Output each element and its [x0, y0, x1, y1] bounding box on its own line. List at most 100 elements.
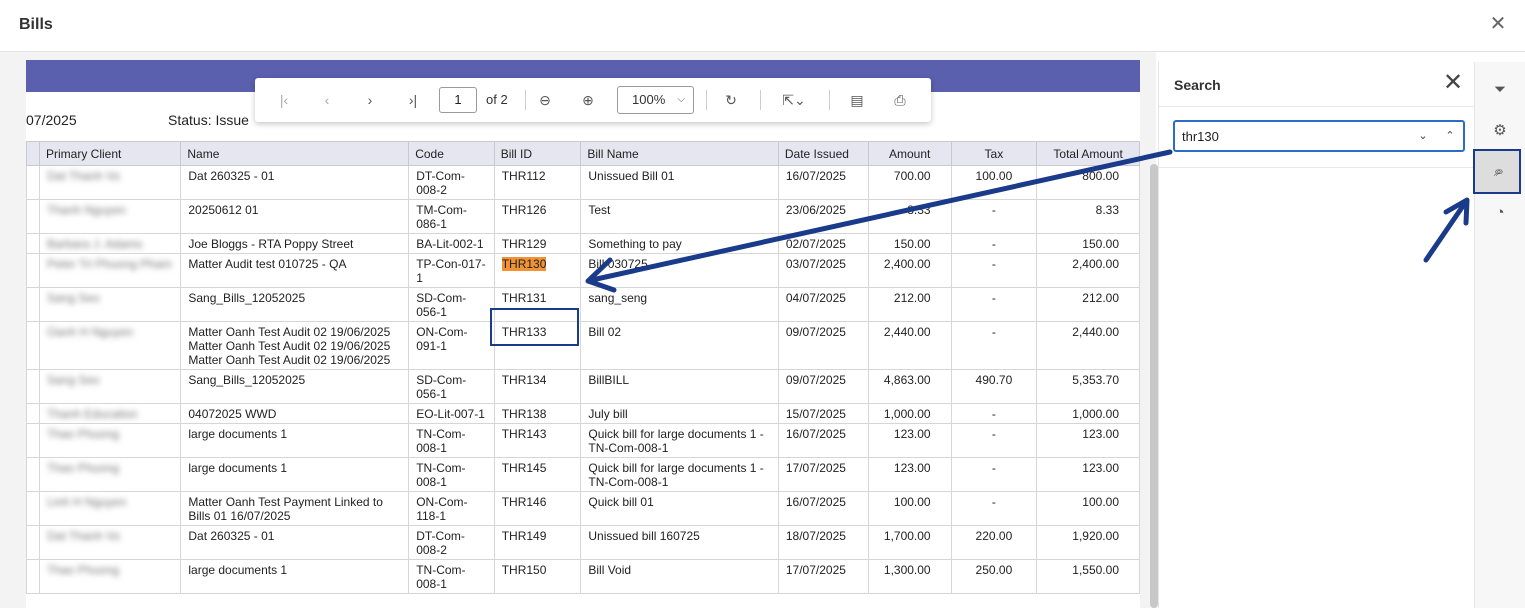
filter-icon[interactable]: ⏷: [1487, 77, 1513, 103]
document-icon[interactable]: ▤: [845, 88, 869, 112]
cell-text: THR133: [501, 325, 547, 339]
cell-text: THR129: [501, 237, 547, 251]
row-edge-cell: [26, 525, 40, 560]
cell-total: 2,440.00: [1036, 321, 1140, 370]
cell-code: TN-Com-008-1: [408, 423, 495, 458]
gauge-icon[interactable]: ◔: [1487, 200, 1513, 226]
cell-text: 8.33: [907, 203, 931, 217]
cell-text: 1,300.00: [883, 563, 931, 577]
table-row: Thanh Education 04072025 WWD EO-Lit-007-1 T…: [26, 403, 1140, 424]
cell-text: Unissued Bill 01: [588, 169, 675, 183]
cell-text: Quick bill for large documents 1 - TN-Co…: [588, 461, 764, 489]
vertical-scrollbar[interactable]: [1150, 164, 1158, 608]
next-page-icon[interactable]: ›: [358, 88, 382, 112]
cell-total: 8.33: [1036, 199, 1140, 234]
cell-name: Matter Oanh Test Audit 02 19/06/2025 Mat…: [180, 321, 410, 370]
cell-date: 15/07/2025: [777, 403, 869, 424]
table-row: Sang Seo Sang_Bills_12052025 SD-Com-056-1 T…: [26, 369, 1140, 404]
cell-text: THR138: [501, 407, 547, 421]
cell-text: 150.00: [1082, 237, 1119, 251]
cell-text: Something to pay: [588, 237, 682, 251]
cell-text: 23/06/2025: [785, 203, 846, 217]
cell-date: 16/07/2025: [777, 423, 869, 458]
search-icon[interactable]: ⌕: [1485, 159, 1511, 185]
cell-text: 1,000.00: [883, 407, 931, 421]
cell-bill-name: Quick bill for large documents 1 - TN-Co…: [580, 457, 779, 492]
cell-text: 02/07/2025: [785, 237, 846, 251]
cell-text: 100.00: [1082, 495, 1119, 509]
cell-text: BA-Lit-002-1: [416, 237, 484, 251]
table-header-row: Primary Client Name Code Bill ID Bill Na…: [26, 141, 1140, 166]
search-row: ⌄ ⌃: [1159, 107, 1475, 168]
cell-code: SD-Com-056-1: [408, 369, 495, 404]
zoom-out-icon[interactable]: ⊖: [533, 88, 557, 112]
cell-amount: 2,400.00: [867, 253, 952, 288]
table-row: Thao Phuong large documents 1 TN-Com-008-1…: [26, 559, 1140, 594]
export-icon[interactable]: ⇱⌄: [776, 88, 812, 112]
close-icon[interactable]: ✕: [1442, 71, 1464, 95]
column-header: Name: [180, 141, 410, 166]
cell-tax: -: [950, 253, 1038, 288]
cell-bill-name: Unissued Bill 01: [580, 165, 779, 200]
cell-text: Matter Oanh Test Audit 02 19/06/2025 Mat…: [188, 325, 391, 367]
cell-text: TN-Com-008-1: [416, 461, 466, 489]
cell-bill-id: THR138: [493, 403, 582, 424]
cell-text: large documents 1: [188, 427, 288, 441]
cell-client: Peter Tri Phuong Pham: [38, 253, 182, 288]
refresh-icon[interactable]: ↻: [719, 88, 743, 112]
cell-bill-name: Quick bill for large documents 1 - TN-Co…: [580, 423, 779, 458]
cell-text: Quick bill for large documents 1 - TN-Co…: [588, 427, 764, 455]
cell-text: July bill: [588, 407, 628, 421]
chevron-up-icon[interactable]: ⌃: [1440, 126, 1460, 146]
cell-tax: -: [950, 457, 1038, 492]
row-edge-cell: [26, 403, 40, 424]
cell-total: 1,920.00: [1036, 525, 1140, 560]
chevron-down-icon[interactable]: ⌄: [1413, 126, 1433, 146]
cell-text: THR126: [501, 203, 547, 217]
blurred-client-name: Thao Phuong: [47, 461, 120, 475]
cell-text: -: [991, 257, 996, 271]
cell-name: Dat 260325 - 01: [180, 165, 410, 200]
cell-tax: -: [950, 199, 1038, 234]
bills-table-body: Dat Thanh Vo Dat 260325 - 01 DT-Com-008-2 T…: [26, 165, 1140, 594]
report-viewer: 07/2025 Status: Issue Primary Client Nam…: [0, 52, 1156, 608]
cell-code: ON-Com-091-1: [408, 321, 495, 370]
row-edge-cell: [26, 199, 40, 234]
cell-tax: -: [950, 233, 1038, 254]
cell-text: 123.00: [1082, 427, 1119, 441]
zoom-select[interactable]: 100% ⌵: [617, 86, 694, 114]
cell-text: -: [991, 407, 996, 421]
last-page-icon[interactable]: ›|: [401, 88, 425, 112]
cell-text: TN-Com-008-1: [416, 563, 466, 591]
blurred-client-name: Thanh Nguyen: [47, 203, 126, 217]
cell-bill-id: THR112: [493, 165, 582, 200]
cell-bill-id: THR143: [493, 423, 582, 458]
cell-text: 1,000.00: [1072, 407, 1119, 421]
first-page-icon[interactable]: |‹: [272, 88, 296, 112]
page-number-input[interactable]: 1: [439, 87, 477, 113]
prev-page-icon[interactable]: ‹: [315, 88, 339, 112]
table-row: Thanh Nguyen 20250612 01 TM-Com-086-1 THR12…: [26, 199, 1140, 234]
cell-bill-name: Bill Void: [580, 559, 779, 594]
zoom-in-icon[interactable]: ⊕: [576, 88, 600, 112]
cell-amount: 212.00: [867, 287, 952, 322]
table-row: Thao Phuong large documents 1 TN-Com-008-1…: [26, 423, 1140, 458]
cell-text: Test: [588, 203, 611, 217]
gear-icon[interactable]: ⚙: [1487, 118, 1513, 144]
table-row: Peter Tri Phuong Pham Matter Audit test 0…: [26, 253, 1140, 288]
column-header: Total Amount: [1036, 141, 1140, 166]
cell-bill-id: THR130: [493, 253, 582, 288]
cell-bill-name: Quick bill 01: [580, 491, 779, 526]
cell-date: 18/07/2025: [777, 525, 869, 560]
cell-client: Thao Phuong: [38, 457, 182, 492]
column-header: [26, 141, 40, 166]
cell-client: Thao Phuong: [38, 423, 182, 458]
table-row: Linh H Nguyen Matter Oanh Test Payment Li…: [26, 491, 1140, 526]
close-icon[interactable]: ✕: [1488, 14, 1508, 34]
cell-date: 09/07/2025: [777, 369, 869, 404]
cell-name: Matter Oanh Test Payment Linked to Bills…: [180, 491, 410, 526]
cell-amount: 123.00: [867, 423, 952, 458]
cell-name: large documents 1: [180, 457, 410, 492]
print-icon[interactable]: ⎙: [888, 88, 912, 112]
cell-amount: 700.00: [867, 165, 952, 200]
